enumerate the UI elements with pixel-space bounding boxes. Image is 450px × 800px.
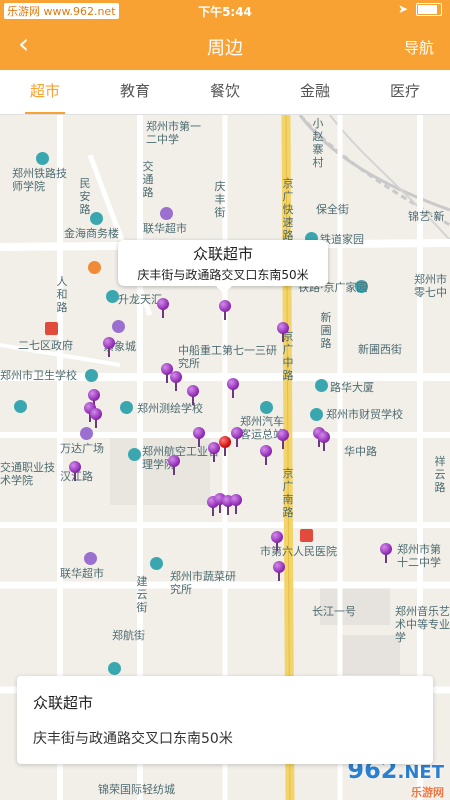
page-title: 周边 [207, 38, 243, 59]
map-label: 联华超市 [60, 567, 104, 580]
food-icon [88, 261, 101, 274]
map-label: 联华超市 [143, 222, 187, 235]
status-bar: 乐游网 www.962.net 下午5:44 ➤ [0, 0, 450, 22]
supermarket-pin[interactable] [219, 300, 231, 320]
supermarket-pin[interactable] [90, 408, 102, 428]
supermarket-pin[interactable] [168, 455, 180, 475]
map-label: 中船重工第七一三研究所 [178, 344, 277, 370]
building-icon [315, 379, 328, 392]
map-label: 锦荣国际轻纺城 [98, 783, 175, 796]
battery-icon [416, 2, 442, 16]
supermarket-pin[interactable] [170, 371, 182, 391]
tab-dining[interactable]: 餐饮 [180, 70, 270, 114]
map-label: 庆丰街 [214, 180, 226, 219]
status-time: 下午5:44 [198, 5, 252, 19]
building-icon [150, 557, 163, 570]
map-label: 交通职业技术学院 [0, 461, 55, 487]
school-icon [36, 152, 49, 165]
map-label: 郑州音乐艺术中等专业学 [395, 605, 450, 644]
bus-icon [260, 401, 273, 414]
map-label: 保全街 [316, 203, 349, 216]
nav-bar: ‹ 周边 导航 [0, 22, 450, 70]
map-label: 万达广场 [60, 442, 104, 455]
supermarket-pin[interactable] [277, 429, 289, 449]
map-label: 民安路 [79, 177, 91, 216]
map-label: 二七区政府 [18, 339, 73, 352]
map-label: 郑州市第十二中学 [397, 543, 441, 569]
map-label: 华中路 [344, 445, 377, 458]
category-tabs: 超市 教育 餐饮 金融 医疗 [0, 70, 450, 115]
school-icon [128, 448, 141, 461]
poi-name: 众联超市 [33, 694, 94, 712]
map-label: 路华大厦 [330, 381, 374, 394]
supermarket-pin[interactable] [230, 494, 242, 514]
map-label: 祥云路 [434, 455, 446, 494]
map-label: 交通路 [142, 160, 154, 199]
map-label: 小赵寨村 [312, 117, 324, 169]
tab-medical[interactable]: 医疗 [360, 70, 450, 114]
supermarket-pin[interactable] [260, 445, 272, 465]
building-icon [108, 662, 121, 675]
status-right: ➤ [398, 2, 442, 16]
supermarket-pin[interactable] [227, 378, 239, 398]
supermarket-pin[interactable] [193, 427, 205, 447]
map-label: 郑州市卫生学校 [0, 369, 77, 382]
navigate-button[interactable]: 导航 [404, 37, 434, 58]
map-label: 人和路 [56, 275, 68, 314]
tab-supermarket[interactable]: 超市 [0, 70, 90, 114]
supermarket-pin[interactable] [69, 461, 81, 481]
poi-address: 庆丰街与政通路交叉口东南50米 [33, 731, 233, 747]
map-label: 京广快速路 [282, 177, 294, 242]
supermarket-pin[interactable] [273, 561, 285, 581]
logo-suffix: .NET [397, 762, 444, 783]
map-label: 新圃西街 [358, 343, 402, 356]
location-arrow-icon: ➤ [397, 2, 408, 16]
map-label: 郑州市财贸学校 [326, 408, 403, 421]
logo-sub: 乐游网 [411, 786, 444, 799]
map-label: 建云街 [136, 575, 148, 614]
supermarket-pin[interactable] [103, 337, 115, 357]
map-label: 郑州市第一二中学 [146, 120, 201, 146]
map-label: 郑州市零七中 [414, 273, 447, 299]
supermarket-pin[interactable] [157, 298, 169, 318]
shopping-icon [84, 552, 97, 565]
map-label: 长江一号 [312, 605, 356, 618]
shopping-icon [112, 320, 125, 333]
selected-location-pin[interactable] [219, 436, 231, 456]
map-label: 郑航街 [112, 629, 145, 642]
callout-name: 众联超市 [192, 245, 253, 263]
map-label: 京广南路 [282, 467, 294, 519]
government-icon [45, 322, 58, 335]
supermarket-pin[interactable] [187, 385, 199, 405]
supermarket-pin[interactable] [318, 431, 330, 451]
supermarket-pin[interactable] [277, 322, 289, 342]
building-icon [14, 400, 27, 413]
map-label: 锦艺·新 [408, 210, 445, 223]
poi-info-card[interactable]: 众联超市 庆丰街与政通路交叉口东南50米 [17, 676, 433, 764]
tab-education[interactable]: 教育 [90, 70, 180, 114]
shopping-icon [160, 207, 173, 220]
school-icon [85, 369, 98, 382]
map-label: 郑州铁路技师学院 [12, 167, 67, 193]
map-label: 新圃路 [320, 311, 332, 350]
map-callout[interactable]: 众联超市 庆丰街与政通路交叉口东南50米 [118, 240, 328, 294]
map-label: 金海商务楼 [64, 227, 119, 240]
school-icon [120, 401, 133, 414]
callout-address: 庆丰街与政通路交叉口东南50米 [137, 268, 309, 282]
supermarket-pin[interactable] [271, 531, 283, 551]
map-label: 郑州市蔬菜研究所 [170, 570, 236, 596]
shopping-icon [80, 427, 93, 440]
building-icon [310, 408, 323, 421]
supermarket-pin[interactable] [231, 427, 243, 447]
supermarket-pin[interactable] [380, 543, 392, 563]
map-label: 升龙天汇 [118, 293, 162, 306]
hospital-icon [300, 529, 313, 542]
tab-finance[interactable]: 金融 [270, 70, 360, 114]
